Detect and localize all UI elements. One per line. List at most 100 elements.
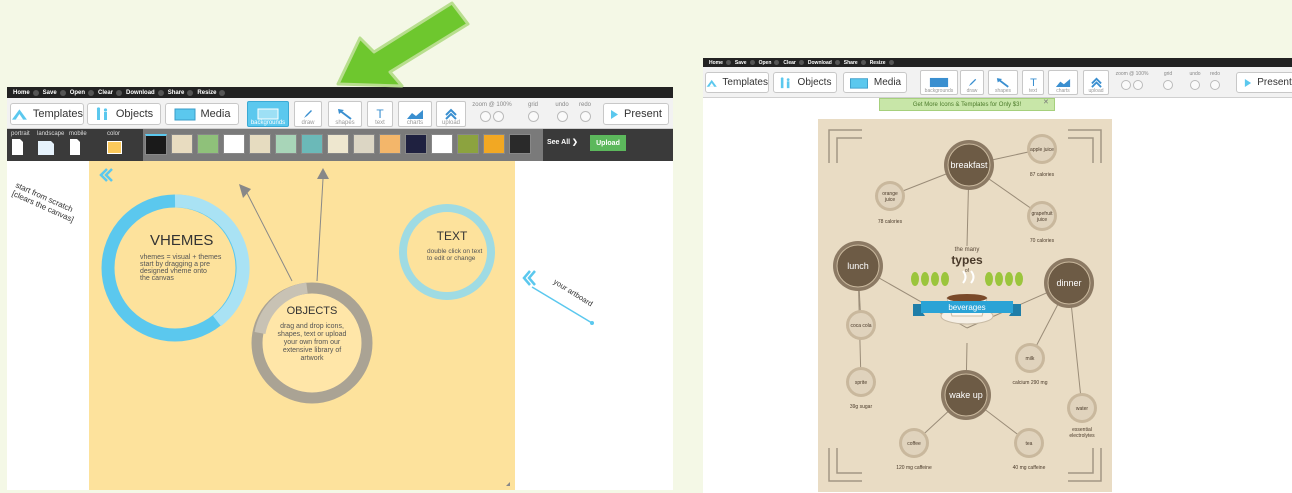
zoom-out-button[interactable] bbox=[1132, 80, 1143, 90]
menu-dot-icon bbox=[774, 60, 780, 65]
text-text-1: double click on text bbox=[427, 248, 482, 255]
item-orange-juice[interactable]: orange juice 78 calories bbox=[875, 181, 905, 225]
menu-download[interactable]: Download bbox=[808, 60, 840, 66]
background-swatch[interactable] bbox=[431, 134, 453, 154]
orientation-portrait[interactable]: portrait bbox=[11, 131, 30, 158]
templates-button[interactable]: Templates bbox=[705, 72, 769, 93]
background-swatch[interactable] bbox=[223, 134, 245, 154]
tool-draw[interactable]: draw bbox=[960, 70, 984, 95]
item-apple-juice[interactable]: apple juice 87 calories bbox=[1027, 134, 1057, 178]
menu-dot-icon bbox=[749, 60, 755, 65]
menu-dot-icon bbox=[59, 89, 66, 96]
item-grapefruit-juice[interactable]: grapefruit juice 70 calories bbox=[1027, 201, 1057, 244]
menu-clear[interactable]: Clear bbox=[783, 60, 804, 66]
item-sprite[interactable]: sprite 39g sugar bbox=[846, 367, 876, 410]
orientation-mobile[interactable]: mobile bbox=[69, 131, 87, 158]
svg-text:40 mg caffeine: 40 mg caffeine bbox=[1013, 465, 1046, 471]
menu-clear[interactable]: Clear bbox=[98, 89, 123, 96]
undo-control: undo bbox=[552, 102, 572, 124]
svg-text:apple juice: apple juice bbox=[1030, 147, 1054, 153]
see-all-button[interactable]: See All ❯ bbox=[547, 138, 578, 146]
menu-home[interactable]: Home bbox=[709, 60, 731, 66]
templates-button[interactable]: Templates bbox=[10, 103, 84, 125]
hub-dinner[interactable]: dinner bbox=[1044, 258, 1094, 308]
upload-background-button[interactable]: Upload bbox=[590, 135, 626, 151]
background-swatch[interactable] bbox=[405, 134, 427, 154]
background-swatch[interactable] bbox=[353, 134, 375, 154]
menu-home[interactable]: Home bbox=[13, 89, 39, 96]
media-button[interactable]: Media bbox=[843, 72, 907, 93]
present-button[interactable]: Present bbox=[603, 103, 669, 125]
vhemes-title: VHEMES bbox=[150, 232, 213, 249]
svg-text:70 calories: 70 calories bbox=[1030, 238, 1055, 244]
hub-breakfast[interactable]: breakfast bbox=[944, 140, 994, 190]
tool-backgrounds[interactable]: backgrounds bbox=[247, 101, 289, 127]
promo-banner[interactable]: Get More Icons & Templates for Only $3! bbox=[879, 98, 1055, 111]
grid-toggle[interactable] bbox=[1163, 80, 1173, 90]
item-water[interactable]: water essential electrolytes bbox=[1067, 393, 1097, 439]
background-swatch[interactable] bbox=[275, 134, 297, 154]
menu-download[interactable]: Download bbox=[126, 89, 164, 96]
background-swatch[interactable] bbox=[171, 134, 193, 154]
hub-lunch[interactable]: lunch bbox=[833, 241, 883, 291]
tool-backgrounds[interactable]: backgrounds bbox=[920, 70, 958, 95]
redo-button[interactable] bbox=[1210, 80, 1220, 90]
background-swatch[interactable] bbox=[249, 134, 271, 154]
tool-shapes[interactable]: shapes bbox=[328, 101, 362, 127]
color-picker[interactable]: color bbox=[107, 131, 122, 154]
background-swatch[interactable] bbox=[509, 134, 531, 154]
background-swatch[interactable] bbox=[457, 134, 479, 154]
draw-icon bbox=[304, 110, 312, 118]
tool-upload[interactable]: upload bbox=[1083, 70, 1109, 95]
media-icon bbox=[174, 108, 196, 121]
item-tea[interactable]: tea 40 mg caffeine bbox=[1013, 428, 1046, 471]
zoom-in-button[interactable] bbox=[480, 111, 492, 122]
zoom-in-button[interactable] bbox=[1121, 80, 1132, 90]
orientation-landscape[interactable]: landscape bbox=[37, 131, 64, 158]
item-coca-cola[interactable]: coca cola bbox=[846, 310, 876, 340]
menu-save[interactable]: Save bbox=[43, 89, 66, 96]
menu-dot-icon bbox=[116, 89, 123, 96]
tool-charts[interactable]: charts bbox=[1048, 70, 1078, 95]
present-button[interactable]: Present bbox=[1236, 72, 1292, 93]
tool-charts[interactable]: charts bbox=[398, 101, 432, 127]
charts-icon bbox=[1055, 78, 1071, 87]
backgrounds-strip: portrait landscape mobile color See All … bbox=[7, 129, 673, 161]
promo-close-icon[interactable]: ✕ bbox=[1043, 98, 1049, 106]
redo-button[interactable] bbox=[579, 111, 591, 122]
hub-wake-up[interactable]: wake up bbox=[941, 370, 991, 420]
background-swatch[interactable] bbox=[301, 134, 323, 154]
background-swatch[interactable] bbox=[197, 134, 219, 154]
tool-text[interactable]: T text bbox=[1022, 70, 1044, 95]
menu-resize[interactable]: Resize bbox=[197, 89, 226, 96]
background-swatch[interactable] bbox=[379, 134, 401, 154]
tool-upload[interactable]: upload bbox=[436, 101, 466, 127]
tool-draw[interactable]: draw bbox=[294, 101, 322, 127]
menu-share[interactable]: Share bbox=[168, 89, 194, 96]
svg-text:dinner: dinner bbox=[1056, 278, 1081, 288]
grid-toggle[interactable] bbox=[527, 111, 539, 122]
background-swatch[interactable] bbox=[327, 134, 349, 154]
objects-button[interactable]: Objects bbox=[773, 72, 837, 93]
svg-text:water: water bbox=[1076, 406, 1089, 412]
undo-button[interactable] bbox=[556, 111, 568, 122]
media-button[interactable]: Media bbox=[165, 103, 239, 125]
background-swatch[interactable] bbox=[483, 134, 505, 154]
menu-save[interactable]: Save bbox=[735, 60, 755, 66]
objects-text-2: shapes, text or upload bbox=[278, 331, 347, 338]
menu-open[interactable]: Open bbox=[70, 89, 95, 96]
mobile-icon bbox=[70, 139, 80, 155]
tool-text[interactable]: T text bbox=[367, 101, 393, 127]
svg-text:39g sugar: 39g sugar bbox=[850, 404, 873, 410]
tool-shapes[interactable]: shapes bbox=[988, 70, 1018, 95]
left-canvas: start from scratch [clears the canvas] V… bbox=[11, 161, 595, 490]
background-swatch[interactable] bbox=[145, 134, 167, 155]
menu-open[interactable]: Open bbox=[759, 60, 780, 66]
svg-text:120 mg caffeine: 120 mg caffeine bbox=[896, 465, 932, 471]
zoom-out-button[interactable] bbox=[492, 111, 504, 122]
menu-resize[interactable]: Resize bbox=[870, 60, 894, 66]
menu-share[interactable]: Share bbox=[844, 60, 866, 66]
undo-button[interactable] bbox=[1190, 80, 1200, 90]
play-icon bbox=[1245, 78, 1252, 87]
objects-button[interactable]: Objects bbox=[87, 103, 161, 125]
